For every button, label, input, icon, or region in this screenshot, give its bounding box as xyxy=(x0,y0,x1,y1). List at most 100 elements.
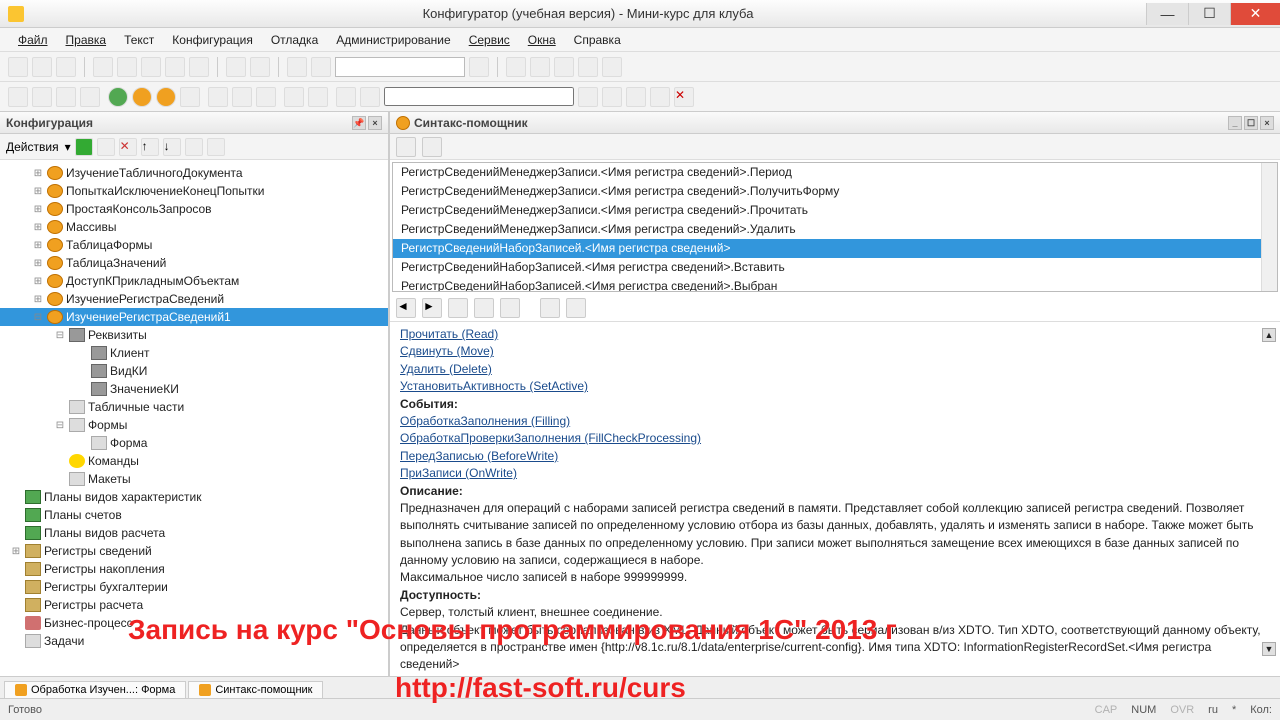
help-content[interactable]: Прочитать (Read)Сдвинуть (Move)Удалить (… xyxy=(390,322,1280,676)
tree-item[interactable]: Регистры расчета xyxy=(0,596,388,614)
tree-item[interactable]: ⊞ТаблицаФормы xyxy=(0,236,388,254)
refresh-icon[interactable] xyxy=(469,57,489,77)
menu-file[interactable]: Файл xyxy=(10,30,56,50)
bp-icon-1[interactable] xyxy=(284,87,304,107)
tree-item[interactable]: ЗначениеКИ xyxy=(0,380,388,398)
suggestion-item[interactable]: РегистрСведенийНаборЗаписей.<Имя регистр… xyxy=(393,258,1277,277)
help-link[interactable]: Удалить (Delete) xyxy=(400,362,492,376)
menu-windows[interactable]: Окна xyxy=(520,30,564,50)
print-icon[interactable] xyxy=(165,57,185,77)
suggestion-item[interactable]: РегистрСведенийМенеджерЗаписи.<Имя регис… xyxy=(393,220,1277,239)
help-scroll-up-icon[interactable]: ▲ xyxy=(1262,328,1276,342)
sp-close-icon[interactable]: × xyxy=(1260,116,1274,130)
tb2-icon-b[interactable] xyxy=(602,87,622,107)
bp-icon-2[interactable] xyxy=(308,87,328,107)
tree-item[interactable]: Команды xyxy=(0,452,388,470)
tree-item[interactable]: ⊟ИзучениеРегистраСведений1 xyxy=(0,308,388,326)
sb-icon-2[interactable] xyxy=(422,137,442,157)
find-icon[interactable] xyxy=(287,57,307,77)
menu-edit[interactable]: Правка xyxy=(58,30,115,50)
help-icon[interactable] xyxy=(602,57,622,77)
db-icon-3[interactable] xyxy=(256,87,276,107)
paste-icon[interactable] xyxy=(141,57,161,77)
tree-add-icon[interactable] xyxy=(75,138,93,156)
cfg-icon-4[interactable] xyxy=(80,87,100,107)
help-link[interactable]: Прочитать (Read) xyxy=(400,327,498,341)
config-tree[interactable]: ⊞ИзучениеТабличногоДокумента⊞ПопыткаИскл… xyxy=(0,160,388,676)
tree-filter-icon[interactable] xyxy=(207,138,225,156)
tab-syntax[interactable]: Синтакс-помощник xyxy=(188,681,323,698)
tb2-icon-a[interactable] xyxy=(578,87,598,107)
tree-item[interactable]: ⊞ТаблицаЗначений xyxy=(0,254,388,272)
cfg-icon-2[interactable] xyxy=(32,87,52,107)
tree-item[interactable]: ⊞Регистры сведений xyxy=(0,542,388,560)
suggestion-item[interactable]: РегистрСведенийНаборЗаписей.<Имя регистр… xyxy=(393,239,1277,258)
suggestion-item[interactable]: РегистрСведенийМенеджерЗаписи.<Имя регис… xyxy=(393,182,1277,201)
zoom-icon[interactable] xyxy=(311,57,331,77)
panel-pin-icon[interactable]: 📌 xyxy=(352,116,366,130)
tool-icon-4[interactable] xyxy=(578,57,598,77)
tree-item[interactable]: ⊞ПростаяКонсольЗапросов xyxy=(0,200,388,218)
help-event-link[interactable]: ОбработкаПроверкиЗаполнения (FillCheckPr… xyxy=(400,431,701,445)
help-event-link[interactable]: ПриЗаписи (OnWrite) xyxy=(400,466,517,480)
menu-debug[interactable]: Отладка xyxy=(263,30,326,50)
tree-item[interactable]: ⊞ПопыткаИсключениеКонецПопытки xyxy=(0,182,388,200)
tree-sort-icon[interactable] xyxy=(185,138,203,156)
tb2-icon-c[interactable] xyxy=(626,87,646,107)
suggestion-item[interactable]: РегистрСведенийМенеджерЗаписи.<Имя регис… xyxy=(393,201,1277,220)
tree-down-icon[interactable]: ↓ xyxy=(163,138,181,156)
tree-item[interactable]: ⊞Массивы xyxy=(0,218,388,236)
preview-icon[interactable] xyxy=(189,57,209,77)
tree-del-icon[interactable]: ✕ xyxy=(119,138,137,156)
tool-icon-1[interactable] xyxy=(506,57,526,77)
help-link[interactable]: УстановитьАктивность (SetActive) xyxy=(400,379,588,393)
menu-service[interactable]: Сервис xyxy=(461,30,518,50)
tree-item[interactable]: Бизнес-процесс xyxy=(0,614,388,632)
panel-close-icon[interactable]: × xyxy=(368,116,382,130)
help-scroll-down-icon[interactable]: ▼ xyxy=(1262,642,1276,656)
suggestion-item[interactable]: РегистрСведенийНаборЗаписей.<Имя регистр… xyxy=(393,277,1277,292)
tree-item[interactable]: ⊞ИзучениеТабличногоДокумента xyxy=(0,164,388,182)
tree-item[interactable]: Табличные части xyxy=(0,398,388,416)
tree-edit-icon[interactable] xyxy=(97,138,115,156)
tree-item[interactable]: Задачи xyxy=(0,632,388,650)
db-icon-2[interactable] xyxy=(232,87,252,107)
new-icon[interactable] xyxy=(8,57,28,77)
sp-max-icon[interactable]: ☐ xyxy=(1244,116,1258,130)
ht-copy-icon[interactable] xyxy=(448,298,468,318)
minimize-button[interactable]: — xyxy=(1146,3,1188,25)
search-input[interactable] xyxy=(335,57,465,77)
actions-label[interactable]: Действия xyxy=(6,140,59,154)
tree-item[interactable]: ⊞ИзучениеРегистраСведений xyxy=(0,290,388,308)
copy-icon[interactable] xyxy=(117,57,137,77)
suggestion-item[interactable]: РегистрСведенийМенеджерЗаписи.<Имя регис… xyxy=(393,163,1277,182)
cfg-icon-1[interactable] xyxy=(8,87,28,107)
tree-item[interactable]: ⊟Реквизиты xyxy=(0,326,388,344)
save-icon[interactable] xyxy=(56,57,76,77)
suggest-scrollbar[interactable] xyxy=(1261,163,1277,291)
tree-up-icon[interactable]: ↑ xyxy=(141,138,159,156)
win-icon-2[interactable] xyxy=(360,87,380,107)
ht-fwd-icon[interactable]: ► xyxy=(422,298,442,318)
combo-input[interactable] xyxy=(384,87,574,106)
tree-item[interactable]: Регистры накопления xyxy=(0,560,388,578)
tb2-icon-d[interactable] xyxy=(650,87,670,107)
step-icon[interactable] xyxy=(180,87,200,107)
tree-item[interactable]: ⊞ДоступКПрикладнымОбъектам xyxy=(0,272,388,290)
tree-item[interactable]: Планы видов характеристик xyxy=(0,488,388,506)
tree-item[interactable]: ⊟Формы xyxy=(0,416,388,434)
ht-back-icon[interactable]: ◄ xyxy=(396,298,416,318)
tree-item[interactable]: Клиент xyxy=(0,344,388,362)
help-event-link[interactable]: ОбработкаЗаполнения (Filling) xyxy=(400,414,570,428)
ht-copy2-icon[interactable] xyxy=(474,298,494,318)
suggestion-list[interactable]: РегистрСведенийМенеджерЗаписи.<Имя регис… xyxy=(392,162,1278,292)
debug-icon[interactable] xyxy=(132,87,152,107)
menu-text[interactable]: Текст xyxy=(116,30,162,50)
help-event-link[interactable]: ПередЗаписью (BeforeWrite) xyxy=(400,449,558,463)
tree-item[interactable]: ВидКИ xyxy=(0,362,388,380)
tab-form[interactable]: Обработка Изучен...: Форма xyxy=(4,681,186,698)
tree-item[interactable]: Планы видов расчета xyxy=(0,524,388,542)
menu-config[interactable]: Конфигурация xyxy=(164,30,261,50)
db-icon-1[interactable] xyxy=(208,87,228,107)
menu-help[interactable]: Справка xyxy=(566,30,629,50)
